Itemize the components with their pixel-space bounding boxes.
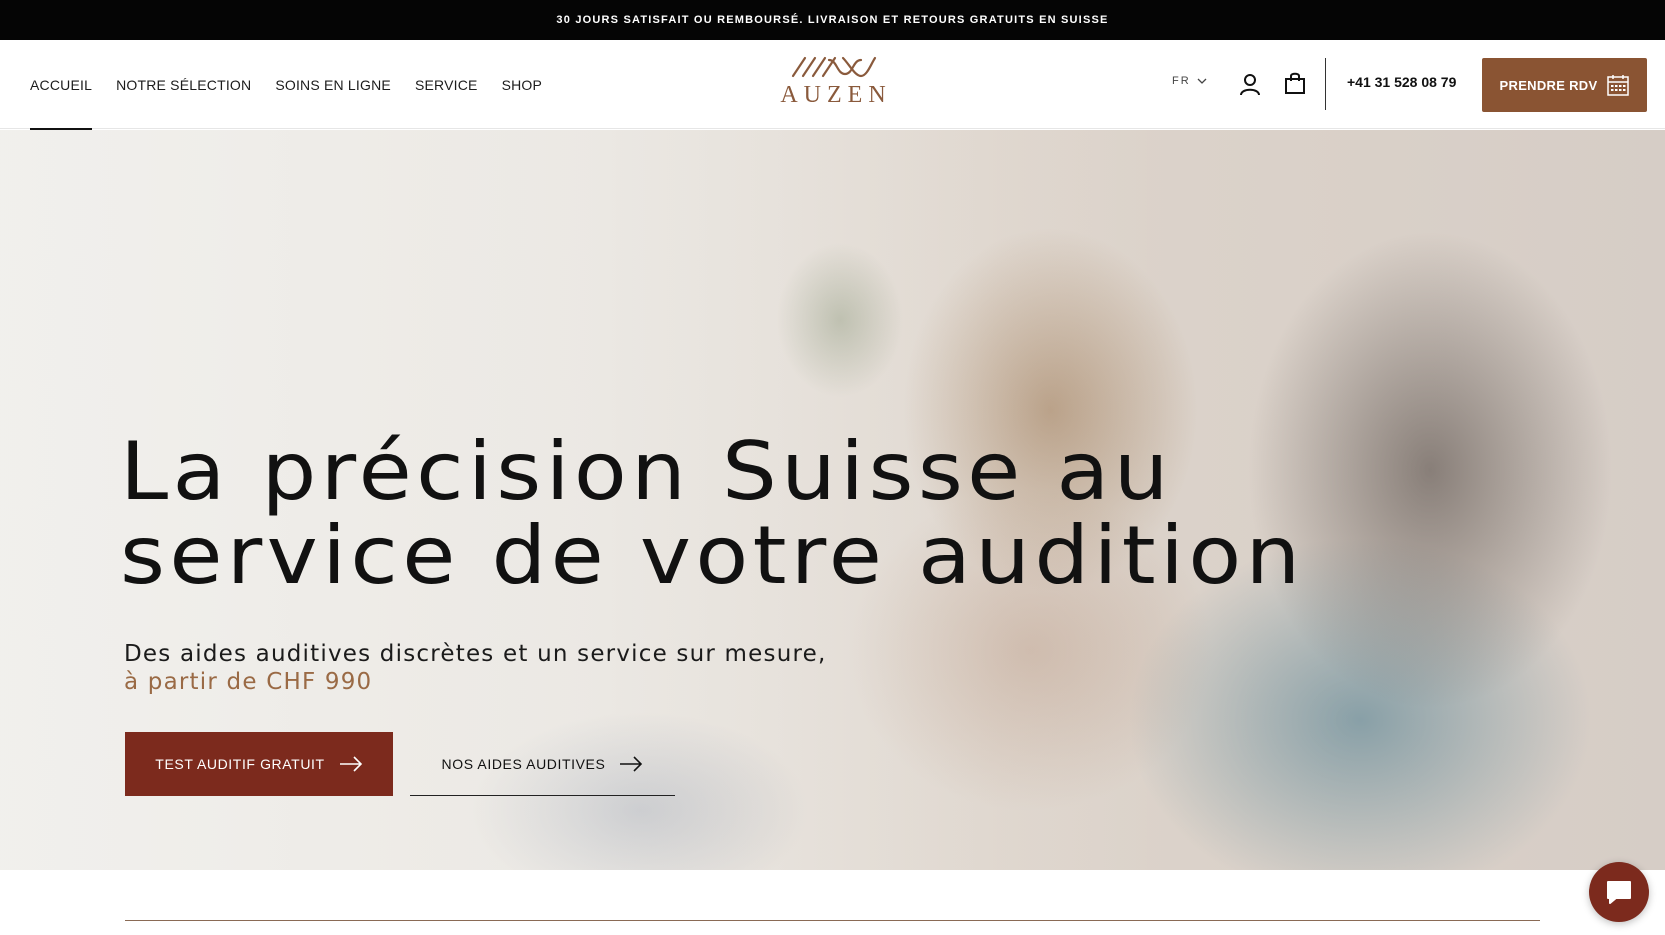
hero-title: La précision Suisse au service de votre … <box>120 430 1305 598</box>
hearing-aids-label: NOS AIDES AUDITIVES <box>441 755 606 772</box>
arrow-right-icon <box>339 756 362 772</box>
language-label: FR <box>1172 75 1191 87</box>
hero-subtitle: Des aides auditives discrètes et un serv… <box>124 641 827 667</box>
user-icon <box>1240 74 1260 96</box>
site-header: ACCUEIL NOTRE SÉLECTION SOINS EN LIGNE S… <box>0 40 1665 130</box>
nav-item-notre-selection[interactable]: NOTRE SÉLECTION <box>116 40 251 129</box>
chat-bubble-icon <box>1607 881 1631 904</box>
main-nav: ACCUEIL NOTRE SÉLECTION SOINS EN LIGNE S… <box>30 40 542 130</box>
brand-logo[interactable]: AUZEN <box>768 54 898 116</box>
hearing-aids-link[interactable]: NOS AIDES AUDITIVES <box>410 732 675 796</box>
book-appointment-label: PRENDRE RDV <box>1499 77 1598 93</box>
hero-price: à partir de CHF 990 <box>124 669 373 695</box>
hero-title-line-1: La précision Suisse au <box>120 425 1173 518</box>
nav-item-soins-en-ligne[interactable]: SOINS EN LIGNE <box>275 40 391 129</box>
nav-item-shop[interactable]: SHOP <box>502 40 542 129</box>
section-divider <box>125 920 1540 921</box>
header-divider <box>1325 58 1326 110</box>
logo-mark-icon <box>791 56 877 78</box>
announcement-bar: 30 JOURS SATISFAIT OU REMBOURSÉ. LIVRAIS… <box>0 0 1665 40</box>
free-hearing-test-button[interactable]: TEST AUDITIF GRATUIT <box>125 732 393 796</box>
nav-item-service[interactable]: SERVICE <box>415 40 478 129</box>
account-button[interactable] <box>1236 70 1264 98</box>
hero-section: La précision Suisse au service de votre … <box>0 130 1665 870</box>
announcement-text: 30 JOURS SATISFAIT OU REMBOURSÉ. LIVRAIS… <box>556 14 1109 26</box>
free-hearing-test-label: TEST AUDITIF GRATUIT <box>155 756 325 772</box>
calendar-icon <box>1607 75 1630 96</box>
cart-button[interactable] <box>1281 69 1309 97</box>
arrow-right-icon <box>620 755 643 772</box>
chevron-down-icon <box>1197 78 1207 84</box>
phone-link[interactable]: +41 31 528 08 79 <box>1347 74 1456 90</box>
logo-wordmark: AUZEN <box>780 82 892 108</box>
shopping-bag-icon <box>1285 72 1305 94</box>
hero-title-line-2: service de votre audition <box>120 509 1305 602</box>
nav-item-accueil[interactable]: ACCUEIL <box>30 40 93 130</box>
language-selector[interactable]: FR <box>1172 75 1207 87</box>
chat-button[interactable] <box>1589 862 1649 922</box>
book-appointment-button[interactable]: PRENDRE RDV <box>1482 58 1647 112</box>
